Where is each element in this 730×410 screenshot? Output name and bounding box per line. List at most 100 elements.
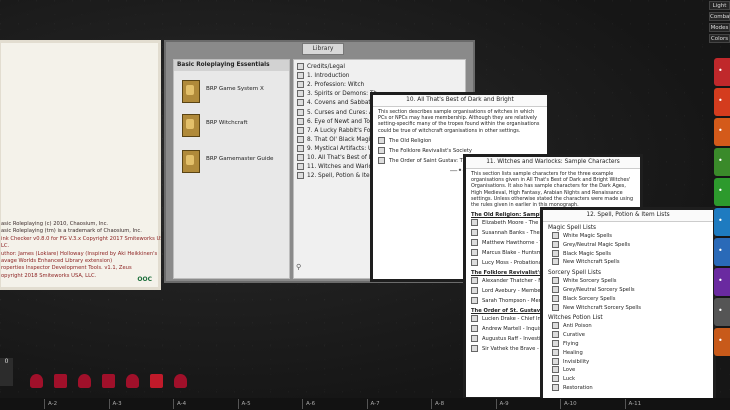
- toc-item[interactable]: 3. Spirits or Demons: Th: [297, 90, 377, 99]
- story-link[interactable]: Black Magic Spells: [543, 249, 713, 259]
- checkbox-icon[interactable]: [297, 163, 304, 171]
- sidebar-tab[interactable]: •: [714, 148, 730, 176]
- checkbox-icon[interactable]: [297, 154, 304, 161]
- book-cover-icon: [182, 80, 200, 103]
- hotkey-slot[interactable]: A-4: [173, 399, 233, 409]
- book-label: BRP Gamemaster Guide: [206, 156, 274, 162]
- hotkey-slot[interactable]: A-9: [495, 399, 556, 409]
- story-link[interactable]: New Witchcraft Sorcery Spells: [543, 303, 713, 313]
- hotkey-slot[interactable]: A-7: [366, 399, 427, 409]
- dice-d10-icon[interactable]: [102, 374, 115, 388]
- sidebar-tab[interactable]: •: [714, 238, 730, 266]
- story-link-label: White Magic Spells: [563, 233, 612, 239]
- story-link[interactable]: The Old Religion: [373, 136, 547, 146]
- checkbox-icon[interactable]: [297, 117, 304, 125]
- story-link[interactable]: Grey/Neutral Sorcery Spells: [543, 285, 713, 295]
- story-link[interactable]: Healing: [543, 348, 713, 358]
- story-link[interactable]: Black Sorcery Spells: [543, 294, 713, 304]
- story-link[interactable]: Love: [543, 366, 713, 375]
- story-link[interactable]: White Magic Spells: [543, 232, 713, 241]
- tool-icon: •: [718, 336, 723, 345]
- toc-item[interactable]: 2. Profession: Witch: [297, 81, 364, 90]
- ooc-button[interactable]: OOC: [137, 276, 152, 283]
- link-icon: [552, 339, 559, 347]
- toc-item[interactable]: 12. Spell, Potion & Item: [297, 172, 375, 181]
- dice-d8-icon[interactable]: [78, 374, 91, 388]
- chat-count-badge[interactable]: 0: [0, 358, 13, 386]
- d-icon: •: [718, 66, 723, 75]
- toolbar-button-light[interactable]: Light: [709, 1, 730, 10]
- toc-item-label: 9. Mystical Artifacts: Un: [307, 145, 376, 152]
- toolbar-button-colors[interactable]: Colors: [709, 34, 730, 43]
- checkbox-icon[interactable]: [297, 172, 304, 180]
- link-icon: [378, 136, 385, 144]
- pencil-icon: •: [718, 126, 723, 135]
- story-link[interactable]: New Witchcraft Spells: [543, 258, 713, 267]
- search-icon[interactable]: ⚲: [296, 263, 301, 271]
- hotkey-slot[interactable]: A-2: [44, 399, 104, 409]
- dice-d4-icon[interactable]: [30, 374, 43, 388]
- toc-item[interactable]: 5. Curses and Cures: A V: [297, 108, 379, 118]
- book-label: BRP Witchcraft: [206, 120, 248, 126]
- library-title: Library: [302, 43, 344, 55]
- story-link[interactable]: Luck: [543, 375, 713, 384]
- checkbox-icon[interactable]: [297, 63, 304, 70]
- library-category-header[interactable]: Basic Roleplaying Essentials: [174, 60, 289, 71]
- toc-item[interactable]: 4. Covens and Sabbats: [297, 99, 374, 108]
- hotkey-slot[interactable]: A-5: [237, 399, 298, 409]
- toc-item[interactable]: 1. Introduction: [297, 72, 349, 81]
- toolbar-button-modes[interactable]: Modes: [709, 23, 730, 32]
- story-link-label: Alexander Thatcher - Fo: [482, 278, 545, 285]
- story-link[interactable]: Invisibility: [543, 357, 713, 367]
- story-link[interactable]: Grey/Neutral Magic Spells: [543, 240, 713, 250]
- toc-item-label: 5. Curses and Cures: A V: [307, 109, 379, 116]
- checkbox-icon[interactable]: [297, 90, 304, 98]
- story-link[interactable]: Flying: [543, 339, 713, 349]
- credits-line: avage Worlds Enhanced Library extension): [1, 258, 113, 265]
- dice-d6-icon[interactable]: [54, 374, 67, 388]
- story-link[interactable]: Curative: [543, 331, 713, 340]
- checkbox-icon[interactable]: [297, 126, 304, 134]
- hotkey-slot[interactable]: A-11: [624, 399, 685, 409]
- checkbox-icon[interactable]: [297, 72, 304, 80]
- checkbox-icon[interactable]: [297, 144, 304, 152]
- toc-item[interactable]: 10. All That's Best of Da: [297, 154, 377, 163]
- story-link[interactable]: White Sorcery Spells: [543, 277, 713, 286]
- checkbox-icon[interactable]: [297, 135, 304, 143]
- toc-item[interactable]: 6. Eye of Newt and Toe: [297, 117, 373, 127]
- link-icon: [552, 303, 559, 311]
- sidebar-tab[interactable]: •: [714, 88, 730, 116]
- checkbox-icon[interactable]: [297, 99, 304, 107]
- sidebar-tab[interactable]: •: [714, 268, 730, 296]
- checkbox-icon[interactable]: [297, 81, 304, 89]
- sidebar-tab[interactable]: •: [714, 328, 730, 356]
- dice-d20-icon[interactable]: [150, 374, 163, 388]
- sidebar-tab[interactable]: •: [714, 118, 730, 146]
- toc-item-label: 8. That Ol' Black Magic: [307, 136, 374, 143]
- toc-item-label: 7. A Lucky Rabbit's Foot: [307, 127, 377, 134]
- hotkey-slot[interactable]: A-10: [560, 399, 620, 409]
- hotkey-slot[interactable]: A-3: [108, 399, 169, 409]
- toc-item[interactable]: 8. That Ol' Black Magic: [297, 135, 374, 145]
- dice-d12-icon[interactable]: [126, 374, 139, 388]
- book-cover-icon: [182, 114, 200, 137]
- toc-item[interactable]: 9. Mystical Artifacts: Un: [297, 144, 376, 154]
- story-link-label: Sarah Thompson - Men: [482, 298, 542, 305]
- link-icon: [471, 325, 478, 333]
- toc-item[interactable]: 7. A Lucky Rabbit's Foot: [297, 126, 377, 136]
- sidebar-tab[interactable]: •: [714, 58, 730, 86]
- toc-item[interactable]: Credits/Legal: [297, 63, 345, 72]
- story-link[interactable]: Restoration: [543, 383, 713, 393]
- library-modules-panel: Basic Roleplaying Essentials BRP Game Sy…: [173, 59, 290, 279]
- hotkey-slot[interactable]: A-8: [431, 399, 491, 409]
- credits-window: asic Roleplaying (c) 2010, Chaosium, Inc…: [0, 40, 161, 290]
- sidebar-tab[interactable]: •: [714, 178, 730, 206]
- hotkey-slot[interactable]: A-6: [302, 399, 362, 409]
- sidebar-tab[interactable]: •: [714, 208, 730, 236]
- sidebar-tab[interactable]: •: [714, 298, 730, 326]
- story-link[interactable]: Anti Poison: [543, 322, 713, 331]
- checkbox-icon[interactable]: [297, 108, 304, 116]
- toc-item[interactable]: 11. Witches and Warlock: [297, 163, 379, 172]
- dice-d100-icon[interactable]: [174, 374, 187, 388]
- toolbar-button-combat[interactable]: Combat: [709, 12, 730, 21]
